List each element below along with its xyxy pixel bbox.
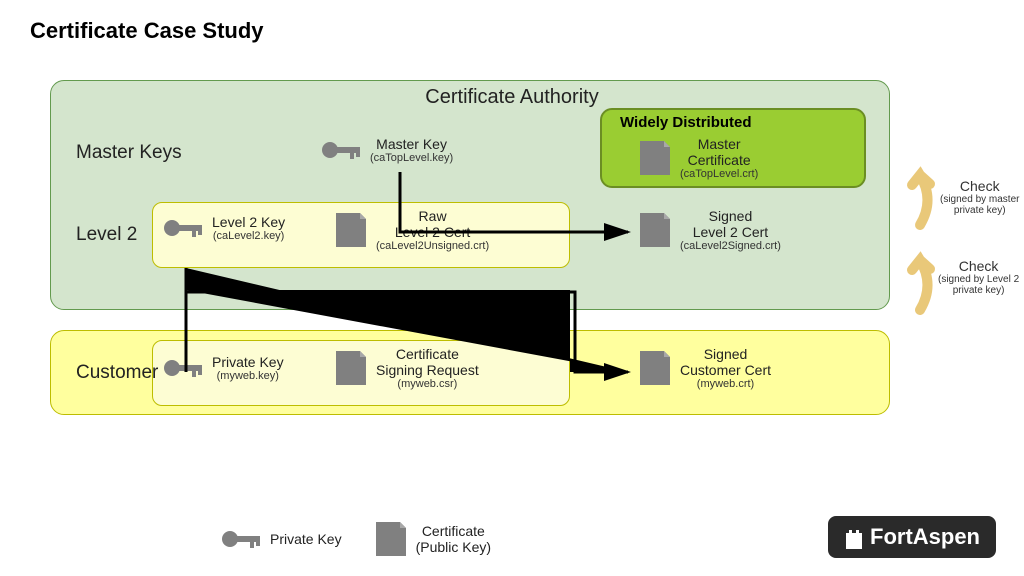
level2-label: Level 2 <box>76 224 137 246</box>
certificate-icon <box>372 520 410 558</box>
certificate-icon <box>332 349 370 387</box>
l2-signed-text: Signed Level 2 Cert (caLevel2Signed.crt) <box>680 208 781 253</box>
cust-csr-file: (myweb.csr) <box>376 378 479 391</box>
check-arrow-2 <box>900 255 940 315</box>
master-key-item: Master Key (caTopLevel.key) <box>320 136 453 165</box>
l2-raw-file: (caLevel2Unsigned.crt) <box>376 240 489 253</box>
check-arrow-1 <box>900 170 940 230</box>
cust-csr-text: Certificate Signing Request (myweb.csr) <box>376 346 479 391</box>
check-2-label: Check <box>938 258 1019 274</box>
certificate-icon <box>332 211 370 249</box>
l2-signed-item: Signed Level 2 Cert (caLevel2Signed.crt) <box>636 208 781 253</box>
l2-key-name: Level 2 Key <box>212 214 285 230</box>
l2-signed-file: (caLevel2Signed.crt) <box>680 240 781 253</box>
master-cert-file: (caTopLevel.crt) <box>680 168 758 181</box>
widely-distributed-title: Widely Distributed <box>620 114 752 131</box>
master-keys-label: Master Keys <box>76 142 182 164</box>
key-icon <box>162 355 206 381</box>
master-key-name: Master Key <box>370 136 453 152</box>
cust-priv-name: Private Key <box>212 354 284 370</box>
check-1-label: Check <box>940 178 1019 194</box>
master-cert-item: Master Certificate (caTopLevel.crt) <box>636 136 758 181</box>
l2-key-file: (caLevel2.key) <box>212 230 285 243</box>
legend: Private Key Certificate (Public Key) <box>220 520 491 558</box>
cust-priv-text: Private Key (myweb.key) <box>212 354 284 383</box>
key-icon <box>162 215 206 241</box>
l2-signed-name: Signed Level 2 Cert <box>680 208 781 240</box>
cust-priv-item: Private Key (myweb.key) <box>162 354 284 383</box>
check-1-sub: (signed by master private key) <box>940 194 1019 216</box>
cust-signed-file: (myweb.crt) <box>680 378 771 391</box>
l2-key-item: Level 2 Key (caLevel2.key) <box>162 214 285 243</box>
cust-csr-name: Certificate Signing Request <box>376 346 479 378</box>
check-2-sub: (signed by Level 2 private key) <box>938 274 1019 296</box>
certificate-icon <box>636 139 674 177</box>
cust-csr-item: Certificate Signing Request (myweb.csr) <box>332 346 479 391</box>
l2-raw-text: Raw Level 2 Cert (caLevel2Unsigned.crt) <box>376 208 489 253</box>
page-title: Certificate Case Study <box>30 18 264 44</box>
key-icon <box>320 137 364 163</box>
cust-signed-item: Signed Customer Cert (myweb.crt) <box>636 346 771 391</box>
legend-cert-label: Certificate (Public Key) <box>416 523 491 555</box>
brand-logo: FortAspen <box>828 516 996 558</box>
cust-signed-text: Signed Customer Cert (myweb.crt) <box>680 346 771 391</box>
master-cert-text: Master Certificate (caTopLevel.crt) <box>680 136 758 181</box>
certificate-icon <box>636 211 674 249</box>
check-1: Check (signed by master private key) <box>940 178 1019 216</box>
master-key-text: Master Key (caTopLevel.key) <box>370 136 453 165</box>
brand-name: FortAspen <box>870 524 980 550</box>
master-cert-name: Master Certificate <box>680 136 758 168</box>
l2-raw-item: Raw Level 2 Cert (caLevel2Unsigned.crt) <box>332 208 489 253</box>
cust-signed-name: Signed Customer Cert <box>680 346 771 378</box>
cust-priv-file: (myweb.key) <box>212 370 284 383</box>
legend-cert: Certificate (Public Key) <box>372 520 491 558</box>
legend-key: Private Key <box>220 526 342 552</box>
customer-label: Customer <box>76 362 158 384</box>
l2-raw-name: Raw Level 2 Cert <box>376 208 489 240</box>
certificate-icon <box>636 349 674 387</box>
master-key-file: (caTopLevel.key) <box>370 152 453 165</box>
key-icon <box>220 526 264 552</box>
ca-title: Certificate Authority <box>92 86 932 109</box>
l2-key-text: Level 2 Key (caLevel2.key) <box>212 214 285 243</box>
castle-icon <box>844 525 864 549</box>
check-2: Check (signed by Level 2 private key) <box>938 258 1019 296</box>
legend-key-label: Private Key <box>270 531 342 547</box>
